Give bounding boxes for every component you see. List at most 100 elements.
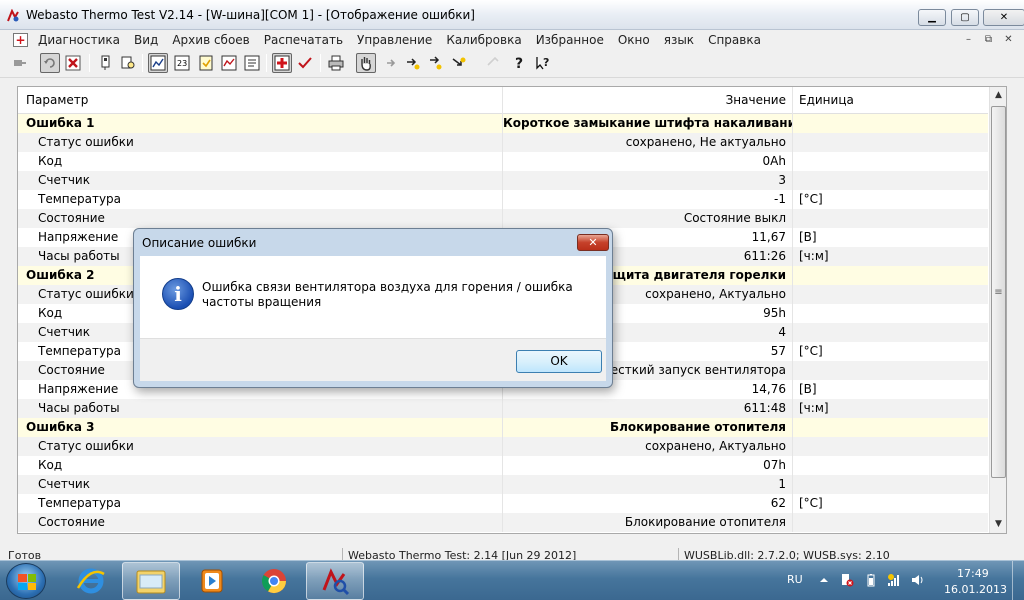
show-hidden-icons-icon[interactable] [817,573,831,587]
title-bar[interactable]: Webasto Thermo Test V2.14 - [W-шина][COM… [0,0,1024,30]
scroll-thumb[interactable]: ≡ [991,106,1006,478]
dialog-close-button[interactable]: ✕ [577,234,609,251]
value-cell: Блокирование отопителя [503,513,793,532]
chrome-icon[interactable] [245,562,303,600]
value-cell: Блокирование отопителя [503,418,793,437]
menu-language[interactable]: язык [664,33,694,47]
explorer-icon[interactable] [122,562,180,600]
unit-cell [793,437,988,456]
show-desktop-button[interactable] [1012,561,1024,600]
action-center-icon[interactable] [840,573,854,587]
graph-icon[interactable] [219,53,239,73]
battery-icon[interactable] [864,573,878,587]
table-row[interactable]: Код 0Ah [18,152,988,171]
error-description-dialog: Описание ошибки ✕ i Ошибка связи вентиля… [133,228,613,388]
table-row[interactable]: Статус ошибки сохранено, Актуально [18,437,988,456]
note-icon[interactable] [196,53,216,73]
parameter-cell: Код [18,456,503,475]
menu-window[interactable]: Окно [618,33,650,47]
network-signal-icon[interactable] [887,573,901,587]
media-player-icon[interactable] [183,562,241,600]
mdi-minimize-button[interactable]: – [960,33,977,47]
value-cell: -1 [503,190,793,209]
step-forward-icon[interactable] [403,53,423,73]
printer-icon[interactable] [326,53,346,73]
status-version: Webasto Thermo Test: 2.14 [Jun 29 2012] [348,549,577,560]
unit-cell: [°C] [799,496,823,510]
close-window-button[interactable]: ✕ [983,9,1024,26]
dialog-message: Ошибка связи вентилятора воздуха для гор… [202,280,573,309]
error-group-row[interactable]: Ошибка 3 Блокирование отопителя [18,418,988,437]
list-view-icon[interactable] [242,53,262,73]
vertical-scrollbar[interactable]: ▲ ≡ ▼ [989,87,1006,533]
value-cell: 07h [503,456,793,475]
error-memory-icon[interactable] [272,53,292,73]
disconnect-icon[interactable] [10,53,30,73]
table-row[interactable]: Счетчик 1 [18,475,988,494]
table-row[interactable]: Код 07h [18,456,988,475]
clock-date[interactable]: 16.01.2013 [944,583,1007,596]
volume-icon[interactable] [911,573,925,587]
scroll-up-arrow-icon[interactable]: ▲ [990,87,1006,104]
status-separator [342,548,343,560]
menu-view[interactable]: Вид [134,33,158,47]
mdi-close-button[interactable]: ✕ [1000,33,1017,47]
disabled-action-icon[interactable] [483,53,503,73]
help-icon[interactable]: ? [510,53,530,73]
menu-print[interactable]: Распечатать [264,33,343,47]
print-preview-icon[interactable] [118,53,138,73]
menu-fault-archive[interactable]: Архив сбоев [172,33,249,47]
unit-cell [793,152,988,171]
step-out-icon[interactable] [449,53,469,73]
parameter-cell: Состояние [18,513,503,532]
numeric-view-icon[interactable]: 23 [172,53,192,73]
toolbar-separator [266,54,267,72]
minimize-button[interactable]: ▁ [918,9,946,26]
context-help-icon[interactable]: ? [533,53,553,73]
maximize-button[interactable]: ▢ [951,9,979,26]
table-row[interactable]: Статус ошибки сохранено, Не актуально [18,133,988,152]
table-row[interactable]: Температура -1 [°C] [18,190,988,209]
error-group-row[interactable]: Ошибка 1 Короткое замыкание штифта накали… [18,114,988,133]
start-button[interactable] [6,563,46,599]
chart-view-icon[interactable] [148,53,168,73]
table-row[interactable]: Состояние Блокирование отопителя [18,513,988,532]
table-row[interactable]: Часы работы 611:48 [ч:м] [18,399,988,418]
internet-explorer-icon[interactable] [62,562,120,600]
menu-diagnostics[interactable]: Диагностика [38,33,120,47]
ok-button[interactable]: OK [516,350,602,373]
document-icon[interactable]: + [13,33,28,47]
step-over-icon[interactable] [426,53,446,73]
arrow-right-icon[interactable] [381,53,401,73]
device-icon[interactable] [96,53,116,73]
scroll-down-arrow-icon[interactable]: ▼ [990,516,1006,533]
menu-favorites[interactable]: Избранное [536,33,604,47]
table-row[interactable]: Счетчик 3 [18,171,988,190]
svg-text:?: ? [543,56,549,69]
toolbar-separator [320,54,321,72]
delete-errors-icon[interactable] [63,53,83,73]
header-unit[interactable]: Единица [793,87,988,114]
parameter-cell: Статус ошибки [18,133,503,152]
clock-time[interactable]: 17:49 [957,567,989,580]
table-row[interactable]: Состояние Состояние выкл [18,209,988,228]
value-cell: 0Ah [503,152,793,171]
refresh-icon[interactable] [40,53,60,73]
header-parameter[interactable]: Параметр [18,87,503,114]
hand-icon[interactable] [356,53,376,73]
unit-cell [793,456,988,475]
unit-cell [793,209,988,228]
menu-control[interactable]: Управление [357,33,432,47]
unit-cell [793,361,988,380]
unit-cell: [ч:м] [799,401,829,415]
status-library: WUSBLib.dll: 2.7.2.0; WUSB.sys: 2.10 [684,549,890,560]
table-row[interactable]: Температура 62 [°C] [18,494,988,513]
unit-cell [793,323,988,342]
webasto-taskbar-icon[interactable] [306,562,364,600]
menu-help[interactable]: Справка [708,33,761,47]
mdi-restore-button[interactable]: ⧉ [980,33,997,47]
header-value[interactable]: Значение [503,87,793,114]
menu-calibration[interactable]: Калибровка [446,33,521,47]
check-icon[interactable] [295,53,315,73]
input-language[interactable]: RU [787,573,803,586]
